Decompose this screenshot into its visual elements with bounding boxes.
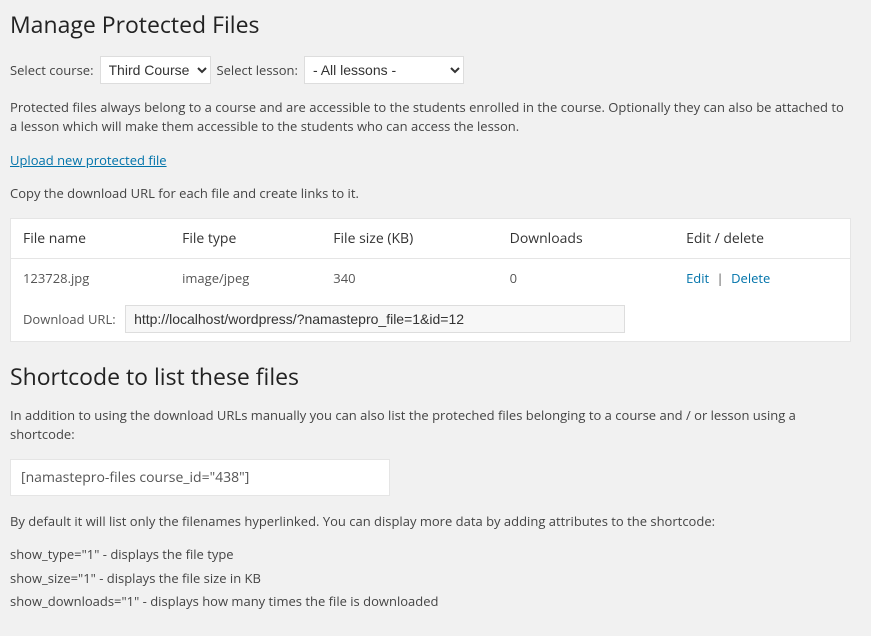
- th-size: File size (KB): [321, 218, 497, 258]
- shortcode-default: By default it will list only the filenam…: [10, 512, 851, 532]
- upload-link[interactable]: Upload new protected file: [10, 151, 167, 169]
- shortcode-intro: In addition to using the download URLs m…: [10, 406, 851, 445]
- cell-type: image/jpeg: [170, 258, 321, 297]
- files-table: File name File type File size (KB) Downl…: [10, 218, 851, 342]
- th-downloads: Downloads: [498, 218, 674, 258]
- cell-name: 123728.jpg: [11, 258, 171, 297]
- page-title: Manage Protected Files: [10, 10, 851, 40]
- th-actions: Edit / delete: [674, 218, 850, 258]
- attr-downloads: show_downloads="1" - displays how many t…: [10, 592, 851, 612]
- intro-text: Protected files always belong to a cours…: [10, 98, 851, 137]
- cell-actions: Edit | Delete: [674, 258, 850, 297]
- download-url-input[interactable]: [125, 305, 625, 333]
- separator: |: [717, 269, 724, 287]
- copy-text: Copy the download URL for each file and …: [10, 184, 851, 204]
- lesson-select[interactable]: - All lessons -: [304, 56, 464, 84]
- url-label: Download URL:: [23, 310, 116, 328]
- course-label: Select course:: [10, 61, 94, 79]
- cell-size: 340: [321, 258, 497, 297]
- th-type: File type: [170, 218, 321, 258]
- shortcode-box: [namastepro-files course_id="438"]: [10, 459, 390, 496]
- course-select[interactable]: Third Course: [100, 56, 211, 84]
- delete-link[interactable]: Delete: [731, 269, 770, 287]
- edit-link[interactable]: Edit: [686, 269, 709, 287]
- attr-type: show_type="1" - displays the file type: [10, 545, 851, 565]
- shortcode-heading: Shortcode to list these files: [10, 362, 851, 392]
- selectors-row: Select course: Third Course Select lesso…: [10, 56, 851, 84]
- cell-downloads: 0: [498, 258, 674, 297]
- table-row: 123728.jpg image/jpeg 340 0 Edit | Delet…: [11, 258, 851, 297]
- attr-size: show_size="1" - displays the file size i…: [10, 569, 851, 589]
- th-name: File name: [11, 218, 171, 258]
- lesson-label: Select lesson:: [217, 61, 298, 79]
- url-row: Download URL:: [11, 297, 851, 342]
